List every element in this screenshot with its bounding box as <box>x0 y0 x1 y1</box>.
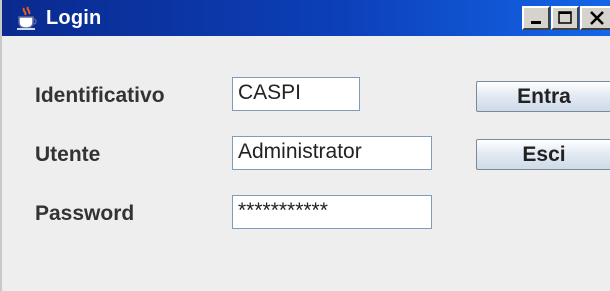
minimize-icon <box>531 21 541 24</box>
utente-field[interactable]: Administrator <box>232 136 432 170</box>
identificativo-field[interactable]: CASPI <box>232 77 360 111</box>
password-label: Password <box>35 202 135 225</box>
java-cup-icon <box>17 6 37 30</box>
close-button[interactable] <box>580 6 610 30</box>
maximize-icon <box>558 11 572 24</box>
identificativo-label: Identificativo <box>35 84 165 107</box>
maximize-button[interactable] <box>551 6 579 30</box>
esci-button[interactable]: Esci <box>476 139 610 170</box>
title-bar[interactable]: Login <box>2 0 610 36</box>
login-window: Login Identificativo CASPI Utente Admini… <box>0 0 610 291</box>
password-field[interactable]: *********** <box>232 195 432 229</box>
close-icon <box>590 11 604 25</box>
minimize-button[interactable] <box>522 6 550 30</box>
utente-label: Utente <box>35 143 101 166</box>
entra-button[interactable]: Entra <box>476 81 610 112</box>
window-title: Login <box>46 7 102 29</box>
